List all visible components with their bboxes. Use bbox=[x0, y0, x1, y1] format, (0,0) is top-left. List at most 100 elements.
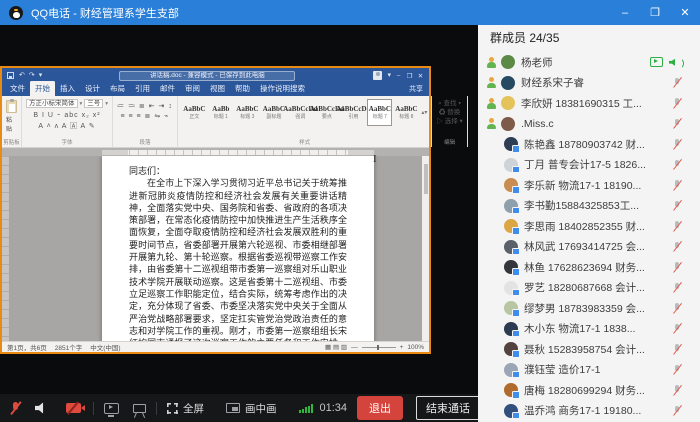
member-avatar bbox=[504, 342, 518, 356]
member-name: 林鱼 17628623694 财务... bbox=[524, 260, 666, 275]
member-status bbox=[672, 261, 682, 273]
editing-group-label: 编辑 bbox=[432, 138, 466, 146]
member-name: 李书勤15884325853工... bbox=[524, 198, 666, 213]
member-status bbox=[672, 384, 682, 396]
member-row[interactable]: 温乔鸿 商务17-1 19180... bbox=[478, 401, 700, 422]
mic-muted-icon[interactable] bbox=[672, 261, 682, 273]
member-row[interactable]: 聂秋 15283958754 会计... bbox=[478, 339, 700, 360]
fullscreen-button[interactable]: 全屏 bbox=[167, 401, 204, 416]
member-row[interactable]: 李乐新 物流17-1 18190... bbox=[478, 175, 700, 196]
word-ribbon-tab: 操作说明搜索 bbox=[255, 81, 310, 96]
member-avatar bbox=[504, 404, 518, 418]
doc-salutation: 同志们： bbox=[129, 165, 347, 177]
microphone-muted-button[interactable] bbox=[10, 401, 21, 415]
mic-muted-icon[interactable] bbox=[672, 200, 682, 212]
mic-muted-icon[interactable] bbox=[672, 282, 682, 294]
word-ribbon-tab: 布局 bbox=[105, 81, 130, 96]
style-sample: AaBb bbox=[212, 105, 229, 113]
pip-label: 画中画 bbox=[245, 401, 277, 416]
member-row[interactable]: 杨老师 bbox=[478, 52, 700, 73]
screen-share-stage[interactable]: ↶ ↷ ▾ 讲话稿.doc - 兼容模式 - 已保存到此电脑 ▾ – ❐ ✕ 共… bbox=[0, 25, 478, 394]
screen-share-button[interactable] bbox=[104, 403, 119, 414]
mic-muted-icon[interactable] bbox=[672, 179, 682, 191]
exit-button[interactable]: 退出 bbox=[357, 396, 403, 420]
member-name: 聂秋 15283958754 会计... bbox=[524, 342, 666, 357]
style-sample: AaBbC bbox=[183, 105, 205, 113]
undo-icon: ↶ bbox=[19, 72, 25, 79]
mic-muted-icon[interactable] bbox=[672, 323, 682, 335]
end-call-button[interactable]: 结束通话 bbox=[416, 396, 480, 420]
member-row[interactable]: 丁月 普专会计17-5 1826... bbox=[478, 155, 700, 176]
member-row[interactable]: 唐梅 18280699294 财务... bbox=[478, 380, 700, 401]
member-status bbox=[672, 343, 682, 355]
mic-muted-icon[interactable] bbox=[672, 241, 682, 253]
mic-muted-icon[interactable] bbox=[672, 118, 682, 130]
member-name: 林风武 17693414725 会... bbox=[524, 239, 666, 254]
member-avatar bbox=[504, 240, 518, 254]
pip-icon bbox=[226, 403, 240, 413]
member-status bbox=[672, 405, 682, 417]
zoom-in-icon: + bbox=[400, 344, 404, 351]
member-list: 杨老师 财经系宋子睿 bbox=[478, 52, 700, 422]
member-status bbox=[672, 200, 682, 212]
member-row[interactable]: 陈艳鑫 18780903742 财... bbox=[478, 134, 700, 155]
ribbon-options-icon: ▾ bbox=[387, 72, 391, 79]
camera-muted-button[interactable] bbox=[66, 403, 81, 413]
redo-icon: ↷ bbox=[29, 72, 35, 79]
style-card: AaBb标题 1 bbox=[208, 99, 233, 126]
pip-button[interactable]: 画中画 bbox=[226, 401, 277, 416]
member-row[interactable]: 罗艺 18280687668 会计... bbox=[478, 278, 700, 299]
member-row[interactable]: 李欣妍 18381690315 工... bbox=[478, 93, 700, 114]
member-row[interactable]: 濮钰莹 造价17-1 bbox=[478, 360, 700, 381]
styles-gallery: ▴▾ AaBbC正文 AaBb标题 1 AaBbC标题 3 AaBbC副标题 A… bbox=[182, 99, 428, 126]
mic-muted-icon[interactable] bbox=[672, 77, 682, 89]
font-size-combo: 三号 bbox=[84, 99, 103, 108]
word-ruler bbox=[2, 148, 429, 156]
member-row[interactable]: 李思雨 18402852355 财... bbox=[478, 216, 700, 237]
member-row[interactable]: 林风武 17693414725 会... bbox=[478, 237, 700, 258]
member-row[interactable]: 财经系宋子睿 bbox=[478, 73, 700, 94]
member-row[interactable]: 林鱼 17628623694 财务... bbox=[478, 257, 700, 278]
close-button[interactable]: ✕ bbox=[670, 0, 700, 25]
member-status bbox=[672, 118, 682, 130]
clipboard-group-label: 剪贴板 bbox=[2, 138, 21, 146]
mic-muted-icon[interactable] bbox=[672, 343, 682, 355]
style-label: 强调 bbox=[295, 113, 305, 120]
mic-muted-icon[interactable] bbox=[672, 364, 682, 376]
members-panel: 群成员 24/35 杨老师 财经系宋子睿 bbox=[478, 25, 700, 422]
mic-muted-icon[interactable] bbox=[672, 220, 682, 232]
word-ribbon-tab: 插入 bbox=[55, 81, 80, 96]
mic-muted-icon[interactable] bbox=[672, 97, 682, 109]
text-cursor: I bbox=[373, 153, 377, 165]
member-avatar bbox=[504, 219, 518, 233]
view-buttons: ▦ ▤ ▥ bbox=[325, 343, 347, 351]
window-controls: – ❐ ✕ bbox=[610, 0, 700, 25]
member-row[interactable]: 李书勤15884325853工... bbox=[478, 196, 700, 217]
style-label: 标题 3 bbox=[240, 113, 254, 120]
member-row[interactable]: 木小东 物流17-1 1838... bbox=[478, 319, 700, 340]
member-avatar bbox=[504, 383, 518, 397]
whiteboard-button[interactable] bbox=[133, 404, 146, 413]
minimize-button[interactable]: – bbox=[610, 0, 640, 25]
mic-muted-icon[interactable] bbox=[672, 302, 682, 314]
word-ribbon-tab: 设计 bbox=[80, 81, 105, 96]
word-ribbon-tab: 文件 bbox=[5, 81, 30, 96]
mic-muted-icon[interactable] bbox=[672, 138, 682, 150]
member-avatar bbox=[504, 199, 518, 213]
word-ribbon-tab: 视图 bbox=[205, 81, 230, 96]
mic-muted-icon[interactable] bbox=[672, 384, 682, 396]
member-status bbox=[672, 159, 682, 171]
mic-muted-icon[interactable] bbox=[672, 405, 682, 417]
member-row[interactable]: .Miss.c bbox=[478, 114, 700, 135]
word-close-icon: ✕ bbox=[415, 72, 426, 80]
speaker-button[interactable] bbox=[35, 402, 48, 414]
member-row[interactable]: 缪梦男 18783983359 会... bbox=[478, 298, 700, 319]
member-name: .Miss.c bbox=[521, 118, 666, 130]
styles-scroll-icon: ▴▾ bbox=[421, 109, 427, 116]
paragraph-group: ≔ ≕ ≣ ⇤ ⇥ ↕ ≡ ≡ ≡ ≣ ⇋ ⌁ 段落 bbox=[113, 96, 178, 147]
word-ribbon-tabs: 共享 文件 开始 插入 设计 布局 引用 邮件 审阅 视图 帮助 bbox=[2, 83, 429, 96]
maximize-button[interactable]: ❐ bbox=[640, 0, 670, 25]
member-status bbox=[672, 97, 682, 109]
word-ribbon: 粘贴 剪贴板 方正小标宋简体 ▾ 三号 ▾ B I U ⁃ abc x₂ x² … bbox=[2, 96, 429, 148]
mic-muted-icon[interactable] bbox=[672, 159, 682, 171]
